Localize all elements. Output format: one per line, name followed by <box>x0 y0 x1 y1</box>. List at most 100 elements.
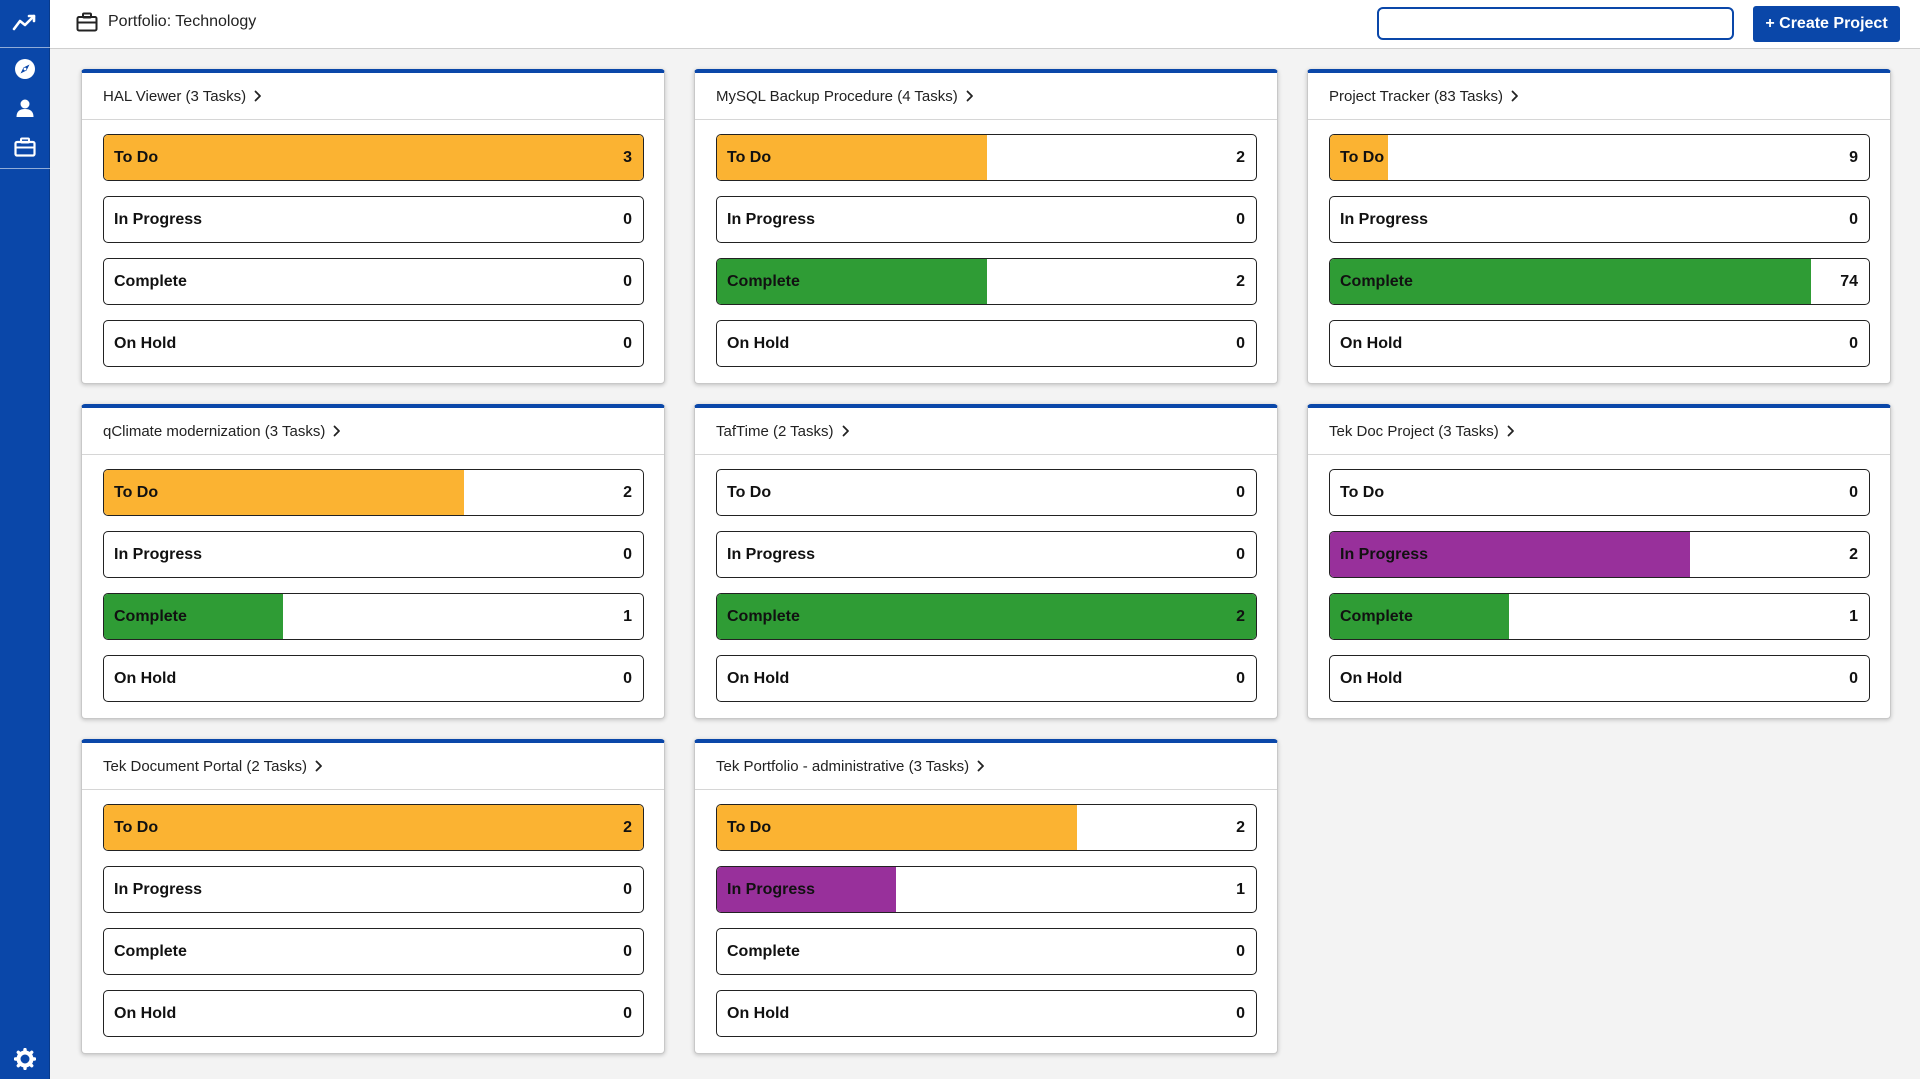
status-list: To Do 2 In Progress 0 Complete 2 On Hold… <box>695 120 1277 367</box>
status-count: 1 <box>623 608 632 625</box>
user-icon[interactable] <box>0 93 50 123</box>
status-count: 2 <box>623 819 632 836</box>
status-label: To Do <box>727 484 772 501</box>
status-row[interactable]: To Do 2 <box>716 134 1257 181</box>
project-card: Project Tracker (83 Tasks) To Do 9 In Pr… <box>1307 69 1891 384</box>
project-title: Tek Document Portal (2 Tasks) <box>103 757 307 775</box>
status-row[interactable]: Complete 1 <box>1329 593 1870 640</box>
status-label: To Do <box>1340 484 1385 501</box>
compass-icon[interactable] <box>0 54 50 84</box>
status-row[interactable]: In Progress 2 <box>1329 531 1870 578</box>
status-row[interactable]: On Hold 0 <box>103 655 644 702</box>
status-row[interactable]: To Do 0 <box>1329 469 1870 516</box>
status-list: To Do 2 In Progress 1 Complete 0 On Hold… <box>695 790 1277 1037</box>
project-card-header[interactable]: qClimate modernization (3 Tasks) <box>82 408 664 455</box>
project-card: Tek Portfolio - administrative (3 Tasks)… <box>694 739 1278 1054</box>
status-count: 0 <box>1236 211 1245 228</box>
status-label: Complete <box>727 943 800 960</box>
status-row[interactable]: In Progress 0 <box>103 531 644 578</box>
status-label: In Progress <box>727 211 816 228</box>
status-label: To Do <box>727 819 772 836</box>
status-label: Complete <box>114 608 187 625</box>
status-row[interactable]: On Hold 0 <box>103 320 644 367</box>
project-card-header[interactable]: TafTime (2 Tasks) <box>695 408 1277 455</box>
status-row[interactable]: To Do 2 <box>103 804 644 851</box>
status-count: 74 <box>1840 273 1858 290</box>
status-count: 0 <box>623 335 632 352</box>
status-row[interactable]: To Do 2 <box>716 804 1257 851</box>
chevron-right-icon <box>842 425 850 437</box>
chevron-right-icon <box>1511 90 1519 102</box>
status-row[interactable]: Complete 1 <box>103 593 644 640</box>
project-title: MySQL Backup Procedure (4 Tasks) <box>716 87 958 105</box>
status-row[interactable]: In Progress 0 <box>716 196 1257 243</box>
create-project-button[interactable]: + Create Project <box>1753 6 1900 42</box>
activity-icon[interactable] <box>0 8 50 38</box>
status-count: 0 <box>1236 943 1245 960</box>
status-row[interactable]: To Do 2 <box>103 469 644 516</box>
status-count: 0 <box>1849 211 1858 228</box>
project-card: Tek Doc Project (3 Tasks) To Do 0 In Pro… <box>1307 404 1891 719</box>
status-count: 2 <box>1236 273 1245 290</box>
status-count: 0 <box>1236 1005 1245 1022</box>
project-title: TafTime (2 Tasks) <box>716 422 834 440</box>
status-label: On Hold <box>114 1005 177 1022</box>
status-row[interactable]: Complete 74 <box>1329 258 1870 305</box>
status-count: 2 <box>1236 819 1245 836</box>
search-input[interactable] <box>1377 7 1734 40</box>
status-label: In Progress <box>114 546 203 563</box>
status-row[interactable]: In Progress 0 <box>1329 196 1870 243</box>
status-label: In Progress <box>1340 546 1429 563</box>
project-title: Project Tracker (83 Tasks) <box>1329 87 1503 105</box>
status-label: On Hold <box>727 335 790 352</box>
status-label: On Hold <box>727 670 790 687</box>
status-row[interactable]: Complete 2 <box>716 593 1257 640</box>
project-card-header[interactable]: MySQL Backup Procedure (4 Tasks) <box>695 73 1277 120</box>
status-count: 1 <box>1236 881 1245 898</box>
status-label: Complete <box>1340 608 1413 625</box>
status-count: 0 <box>1236 335 1245 352</box>
status-row[interactable]: Complete 0 <box>103 928 644 975</box>
status-row[interactable]: In Progress 0 <box>716 531 1257 578</box>
status-row[interactable]: Complete 0 <box>103 258 644 305</box>
status-row[interactable]: To Do 3 <box>103 134 644 181</box>
status-row[interactable]: On Hold 0 <box>716 320 1257 367</box>
status-row[interactable]: In Progress 0 <box>103 196 644 243</box>
status-row[interactable]: On Hold 0 <box>716 990 1257 1037</box>
status-label: Complete <box>1340 273 1413 290</box>
status-count: 0 <box>1236 484 1245 501</box>
status-row[interactable]: On Hold 0 <box>716 655 1257 702</box>
project-card-header[interactable]: HAL Viewer (3 Tasks) <box>82 73 664 120</box>
project-title: HAL Viewer (3 Tasks) <box>103 87 247 105</box>
project-card: qClimate modernization (3 Tasks) To Do 2… <box>81 404 665 719</box>
project-card-header[interactable]: Tek Doc Project (3 Tasks) <box>1308 408 1890 455</box>
status-row[interactable]: Complete 0 <box>716 928 1257 975</box>
status-label: In Progress <box>727 881 816 898</box>
status-count: 1 <box>1849 608 1858 625</box>
status-count: 2 <box>1849 546 1858 563</box>
status-list: To Do 2 In Progress 0 Complete 0 On Hold… <box>82 790 664 1037</box>
project-card-header[interactable]: Tek Document Portal (2 Tasks) <box>82 743 664 790</box>
status-row[interactable]: On Hold 0 <box>103 990 644 1037</box>
status-row[interactable]: To Do 0 <box>716 469 1257 516</box>
chevron-right-icon <box>333 425 341 437</box>
status-label: Complete <box>114 943 187 960</box>
status-label: Complete <box>727 608 800 625</box>
project-card-header[interactable]: Tek Portfolio - administrative (3 Tasks) <box>695 743 1277 790</box>
chevron-right-icon <box>254 90 262 102</box>
status-label: To Do <box>727 149 772 166</box>
status-count: 0 <box>623 881 632 898</box>
project-card-header[interactable]: Project Tracker (83 Tasks) <box>1308 73 1890 120</box>
status-row[interactable]: In Progress 1 <box>716 866 1257 913</box>
status-row[interactable]: On Hold 0 <box>1329 320 1870 367</box>
gear-icon[interactable] <box>0 1044 50 1074</box>
status-count: 3 <box>623 149 632 166</box>
status-row[interactable]: To Do 9 <box>1329 134 1870 181</box>
project-card: MySQL Backup Procedure (4 Tasks) To Do 2… <box>694 69 1278 384</box>
page-title: Portfolio: Technology <box>108 13 257 30</box>
status-row[interactable]: Complete 2 <box>716 258 1257 305</box>
status-label: On Hold <box>114 670 177 687</box>
status-row[interactable]: On Hold 0 <box>1329 655 1870 702</box>
briefcase-icon[interactable] <box>0 132 50 162</box>
status-row[interactable]: In Progress 0 <box>103 866 644 913</box>
